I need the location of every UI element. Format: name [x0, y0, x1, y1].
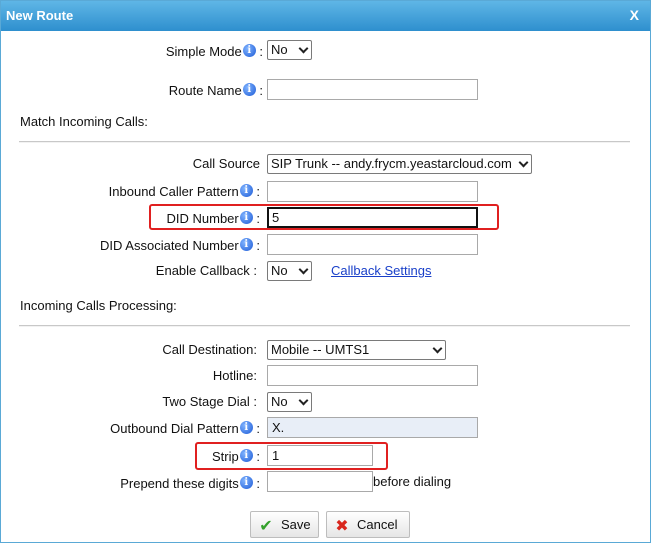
call-destination-label: Call Destination: [162, 342, 257, 357]
checkmark-icon: ✔ [259, 518, 273, 535]
chevron-down-icon [298, 43, 309, 54]
chevron-down-icon [298, 395, 309, 406]
outbound-dial-pattern-input[interactable]: X. [267, 417, 478, 438]
divider [19, 325, 630, 327]
did-number-label: DID Number i : [166, 211, 260, 226]
two-stage-dial-label: Two Stage Dial : [162, 394, 257, 409]
info-icon[interactable]: i [239, 238, 253, 251]
enable-callback-value: No [271, 263, 288, 278]
simple-mode-label-text: Simple Mode [165, 44, 242, 59]
info-icon[interactable]: i [239, 211, 253, 224]
colon: : [256, 238, 260, 253]
before-dialing-text: before dialing [373, 474, 452, 489]
colon: : [253, 394, 257, 409]
divider [19, 141, 630, 143]
strip-label-text: Strip [212, 449, 239, 464]
colon: : [256, 184, 260, 199]
route-name-label-text: Route Name [168, 83, 242, 98]
call-destination-select[interactable]: Mobile -- UMTS1 [267, 340, 446, 360]
title-bar: New Route X [1, 1, 650, 31]
route-name-label: Route Name i : [169, 83, 263, 98]
info-icon[interactable]: i [242, 44, 256, 57]
colon: : [253, 263, 257, 278]
enable-callback-label: Enable Callback : [156, 263, 257, 278]
cancel-button[interactable]: ✖ Cancel [326, 511, 410, 538]
colon: : [259, 83, 263, 98]
info-icon[interactable]: i [239, 449, 253, 462]
prepend-digits-label-text: Prepend these digits [120, 476, 239, 491]
two-stage-dial-value: No [271, 394, 288, 409]
inbound-caller-pattern-label-text: Inbound Caller Pattern [108, 184, 239, 199]
hotline-input[interactable] [267, 365, 478, 386]
colon: : [256, 449, 260, 464]
chevron-down-icon [432, 343, 443, 354]
two-stage-dial-select[interactable]: No [267, 392, 312, 412]
did-associated-number-label: DID Associated Number i : [100, 238, 260, 253]
two-stage-dial-label-text: Two Stage Dial [162, 394, 250, 409]
strip-label: Strip i : [212, 449, 260, 464]
close-icon[interactable]: X [630, 7, 639, 23]
simple-mode-select[interactable]: No [267, 40, 312, 60]
incoming-processing-heading: Incoming Calls Processing: [20, 298, 177, 313]
enable-callback-select[interactable]: No [267, 261, 312, 281]
info-icon[interactable]: i [242, 83, 256, 96]
hotline-label: Hotline: [212, 368, 257, 383]
did-associated-number-label-text: DID Associated Number [100, 238, 239, 253]
save-button[interactable]: ✔ Save [250, 511, 319, 538]
chevron-down-icon [298, 264, 309, 275]
simple-mode-label: Simple Mode i : [166, 44, 263, 59]
call-source-label: Call Source [193, 156, 260, 171]
colon: : [259, 44, 263, 59]
enable-callback-label-text: Enable Callback [155, 263, 250, 278]
call-source-label-text: Call Source [192, 156, 260, 171]
cancel-button-label: Cancel [357, 517, 398, 532]
dialog-title: New Route [6, 8, 74, 23]
inbound-caller-pattern-input[interactable] [267, 181, 478, 202]
colon: : [256, 211, 260, 226]
info-icon[interactable]: i [239, 476, 253, 489]
call-source-value: SIP Trunk -- andy.frycm.yeastarcloud.com [271, 156, 512, 171]
x-mark-icon: ✖ [335, 518, 349, 535]
new-route-dialog: New Route X Simple Mode i : No Route Name… [0, 0, 651, 543]
did-number-label-text: DID Number [166, 211, 239, 226]
inbound-caller-pattern-label: Inbound Caller Pattern i : [109, 184, 260, 199]
save-button-label: Save [281, 517, 311, 532]
match-incoming-heading: Match Incoming Calls: [20, 114, 148, 129]
call-source-select[interactable]: SIP Trunk -- andy.frycm.yeastarcloud.com [267, 154, 532, 174]
callback-settings-link[interactable]: Callback Settings [331, 263, 431, 278]
chevron-down-icon [518, 157, 529, 168]
simple-mode-value: No [271, 42, 288, 57]
prepend-digits-label: Prepend these digits i : [120, 476, 260, 491]
strip-input[interactable]: 1 [267, 445, 373, 466]
outbound-dial-pattern-label: Outbound Dial Pattern i : [110, 421, 260, 436]
prepend-digits-input[interactable] [267, 471, 373, 492]
info-icon[interactable]: i [239, 421, 253, 434]
did-number-input[interactable]: 5 [267, 207, 478, 228]
colon: : [256, 421, 260, 436]
did-associated-number-input[interactable] [267, 234, 478, 255]
call-destination-value: Mobile -- UMTS1 [271, 342, 370, 357]
colon: : [256, 476, 260, 491]
route-name-input[interactable] [267, 79, 478, 100]
info-icon[interactable]: i [239, 184, 253, 197]
outbound-dial-pattern-label-text: Outbound Dial Pattern [110, 421, 239, 436]
